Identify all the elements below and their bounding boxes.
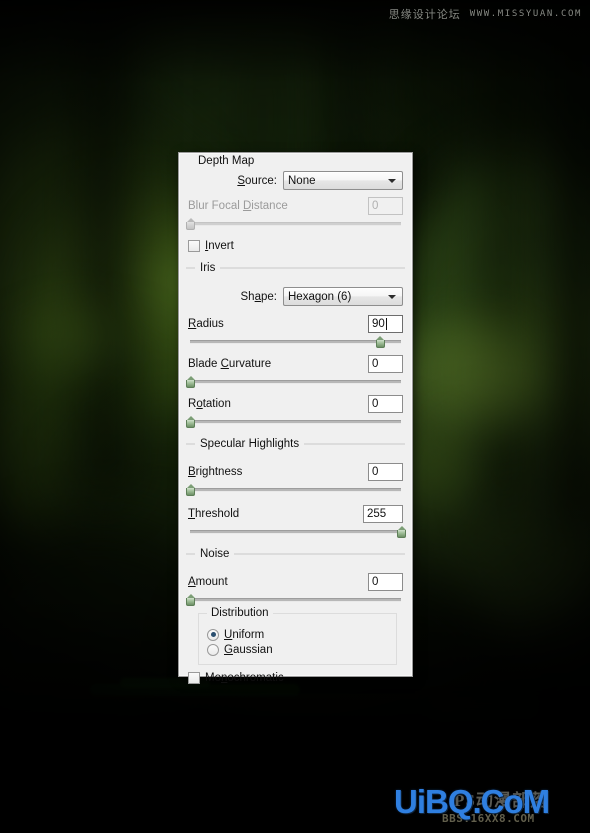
shape-dropdown[interactable]: Hexagon (6) xyxy=(283,287,403,306)
group-distribution-legend: Distribution xyxy=(207,607,273,619)
text-caret xyxy=(385,318,387,330)
radio-uniform[interactable]: Uniform xyxy=(207,627,388,642)
blur-focal-distance-label: Blur Focal Distance xyxy=(188,199,288,212)
threshold-slider-handle[interactable] xyxy=(397,526,406,538)
blade-curvature-field[interactable]: 0 xyxy=(368,354,403,373)
radio-gaussian[interactable]: Gaussian xyxy=(207,642,388,657)
radio-uniform-indicator[interactable] xyxy=(207,628,219,641)
shape-dropdown-value: Hexagon (6) xyxy=(288,290,352,303)
radius-field[interactable]: 90 xyxy=(368,314,403,333)
source-dropdown[interactable]: None xyxy=(283,171,403,190)
threshold-slider-track xyxy=(190,530,401,534)
invert-checkbox[interactable] xyxy=(188,240,200,252)
brightness-field[interactable]: 0 xyxy=(368,462,403,481)
group-noise-legend: Noise xyxy=(195,548,235,560)
watermark-bottom-main: UiBQ.CoM xyxy=(394,783,550,820)
radius-slider-track xyxy=(190,340,401,344)
group-iris: Iris Shape: Hexagon (6) Radius 90 Blade … xyxy=(186,262,405,440)
threshold-field[interactable]: 255 xyxy=(363,504,403,523)
group-depth-map-legend: Depth Map xyxy=(195,155,260,167)
watermark-bottom: BBS.16XX8.COM PS动漫部落 UiBQ.CoM xyxy=(394,773,574,827)
amount-slider-handle[interactable] xyxy=(186,594,195,606)
group-specular-legend: Specular Highlights xyxy=(195,438,305,450)
rotation-slider-handle[interactable] xyxy=(186,416,195,428)
group-distribution: Distribution Uniform Gaussian xyxy=(198,607,397,665)
threshold-slider[interactable] xyxy=(190,526,406,539)
rotation-label: Rotation xyxy=(188,397,231,410)
watermark-top: 思缘设计论坛 WWW.MISSYUAN.COM xyxy=(389,6,582,22)
brightness-label: Brightness xyxy=(188,465,243,478)
chevron-down-icon xyxy=(388,295,396,299)
threshold-label: Threshold xyxy=(188,507,240,520)
group-noise: Noise Amount 0 Distribution Uniform Gaus… xyxy=(186,548,405,696)
group-specular-highlights: Specular Highlights Brightness 0 Thresho… xyxy=(186,438,406,550)
amount-field[interactable]: 0 xyxy=(368,572,403,591)
brightness-slider[interactable] xyxy=(186,484,401,497)
rotation-field[interactable]: 0 xyxy=(368,394,403,413)
invert-label: Invert xyxy=(205,240,234,252)
source-label: Source: xyxy=(237,174,277,187)
radius-field-value: 90 xyxy=(372,318,385,330)
radio-gaussian-label: Gaussian xyxy=(224,643,273,656)
lens-blur-options-panel: Depth Map Source: None Blur Focal Distan… xyxy=(178,152,413,684)
blade-curvature-slider-handle[interactable] xyxy=(186,376,195,388)
blade-curvature-label: Blade Curvature xyxy=(188,357,272,370)
monochromatic-label: Monochromatic xyxy=(205,672,284,684)
group-iris-legend: Iris xyxy=(195,262,221,274)
brightness-slider-track xyxy=(190,488,401,492)
blur-focal-distance-field[interactable]: 0 xyxy=(368,196,403,215)
blur-focal-distance-slider-track xyxy=(190,222,401,226)
amount-slider-track xyxy=(190,598,401,602)
brightness-slider-handle[interactable] xyxy=(186,484,195,496)
radio-gaussian-indicator[interactable] xyxy=(207,643,219,656)
source-dropdown-value: None xyxy=(288,174,316,187)
watermark-top-cn: 思缘设计论坛 xyxy=(388,8,461,21)
radius-slider-handle[interactable] xyxy=(375,336,385,348)
blade-curvature-slider-track xyxy=(190,380,401,384)
chevron-down-icon xyxy=(388,179,396,183)
watermark-top-url: WWW.MISSYUAN.COM xyxy=(469,9,582,19)
amount-label: Amount xyxy=(188,575,228,588)
blur-focal-distance-slider[interactable] xyxy=(186,218,401,231)
rotation-slider-track xyxy=(190,420,401,424)
radius-slider[interactable] xyxy=(190,336,401,349)
group-depth-map: Depth Map Source: None Blur Focal Distan… xyxy=(186,153,405,264)
radius-label: Radius xyxy=(188,317,224,330)
radio-uniform-label: Uniform xyxy=(224,628,265,641)
blur-focal-distance-slider-handle[interactable] xyxy=(186,218,195,230)
monochromatic-checkbox[interactable] xyxy=(188,672,200,684)
rotation-slider[interactable] xyxy=(186,416,401,429)
amount-slider[interactable] xyxy=(186,594,401,607)
shape-label: Shape: xyxy=(240,290,277,303)
blade-curvature-slider[interactable] xyxy=(186,376,401,389)
